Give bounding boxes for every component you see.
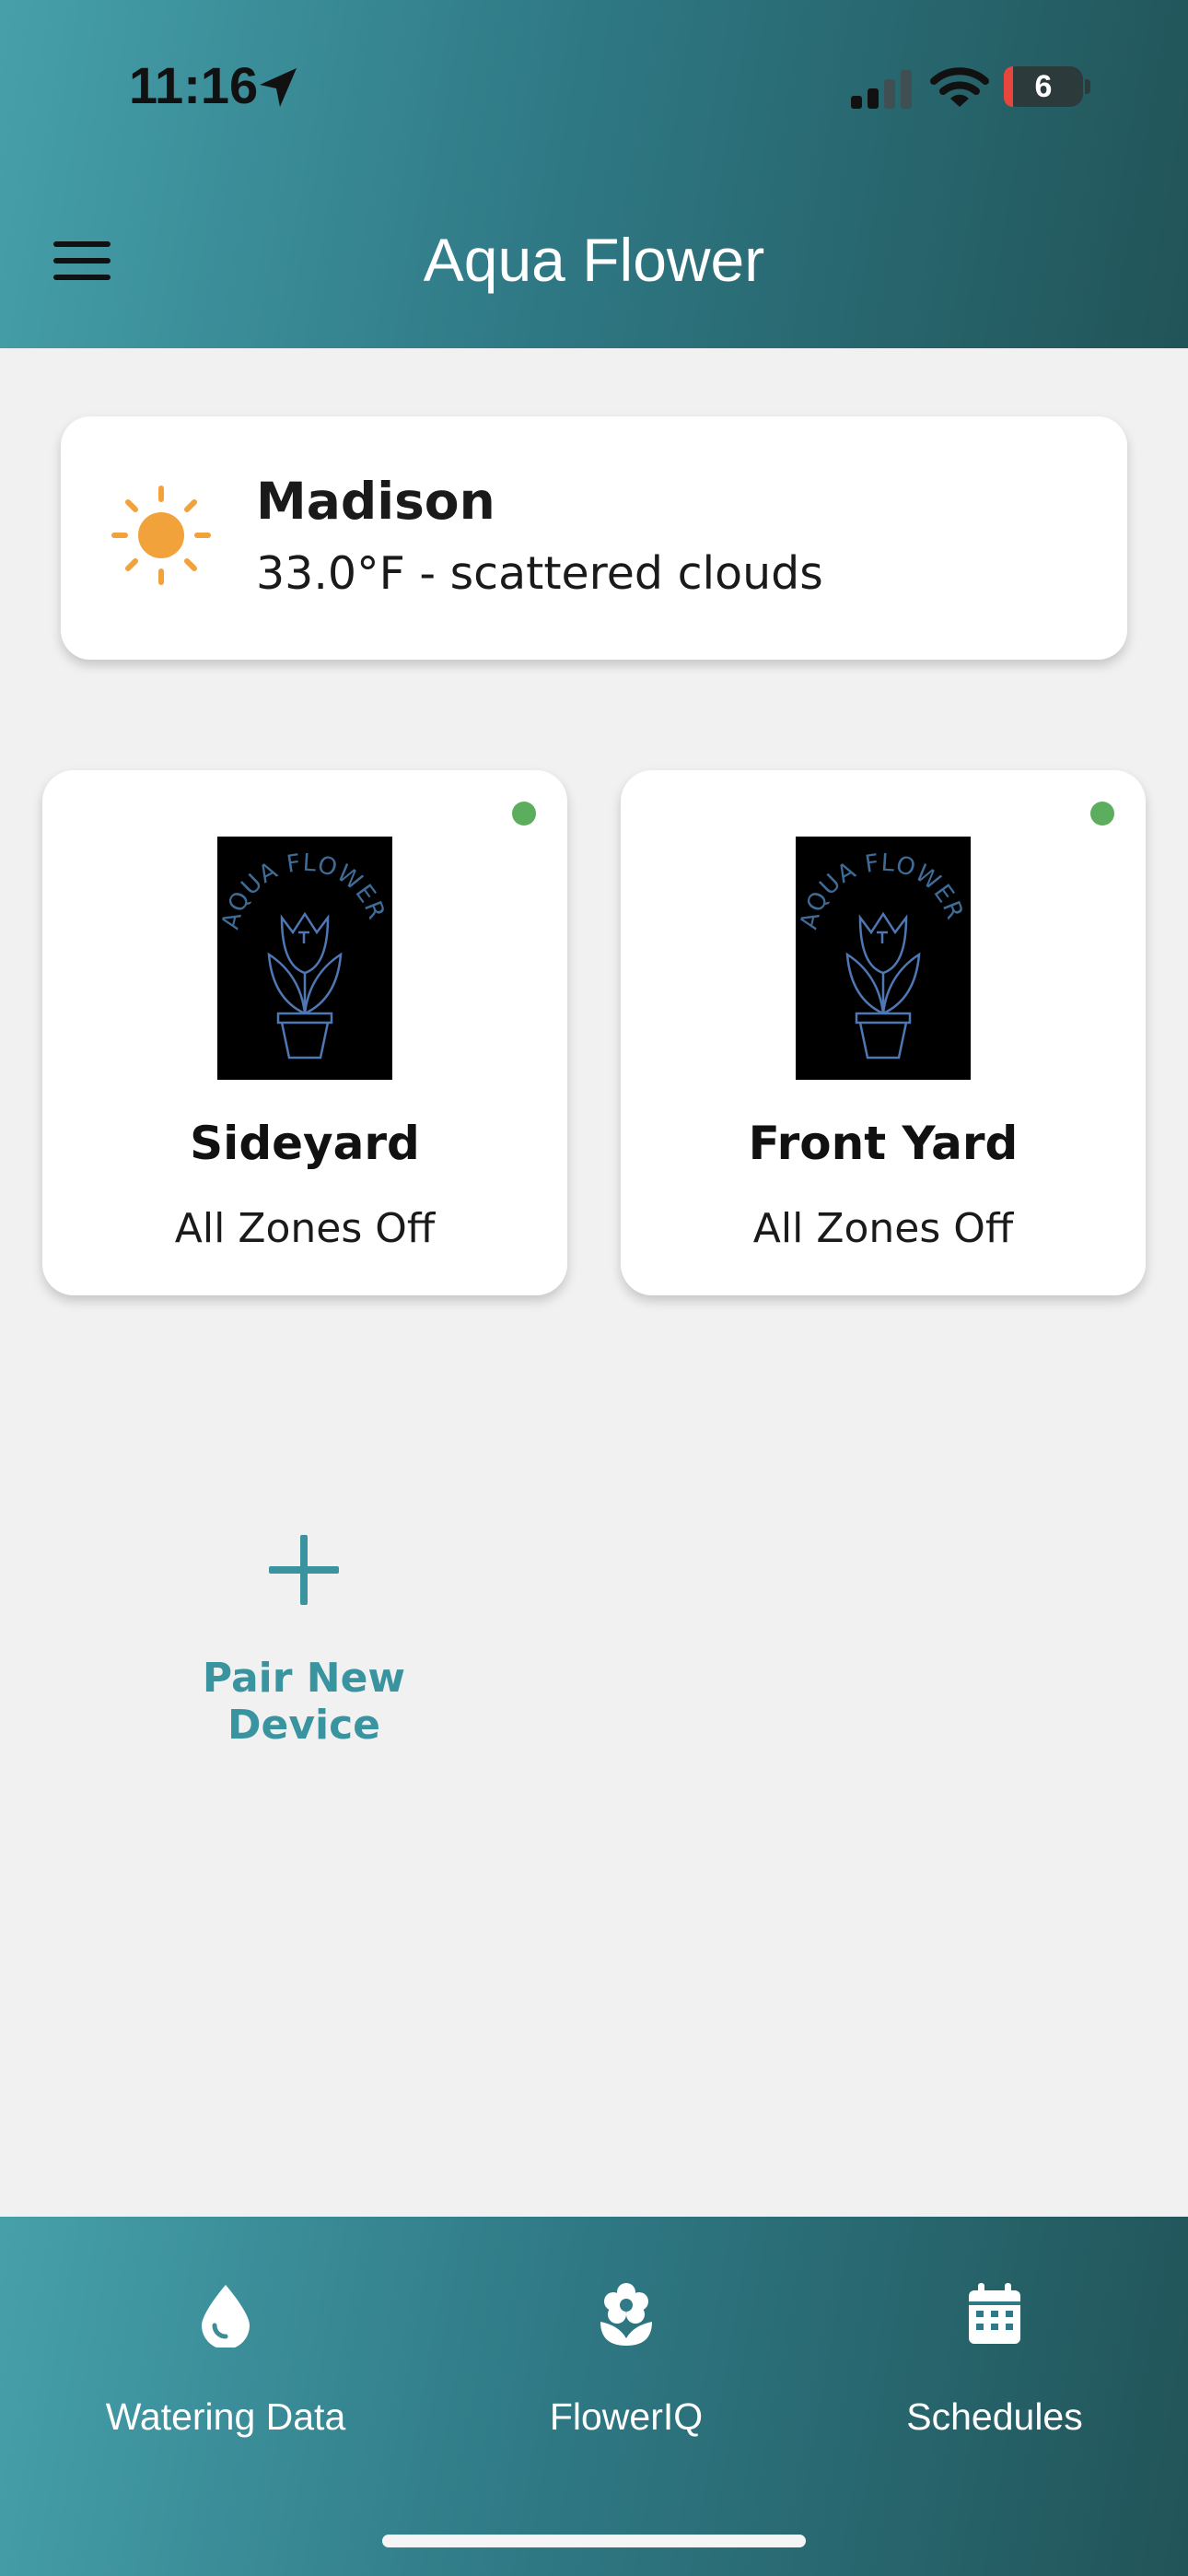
logo-text: AQUA FLOWER [796,849,968,932]
weather-card[interactable]: Madison 33.0°F - scattered clouds [61,416,1127,660]
bottom-navigation: Watering Data FlowerIQ Schedules [0,2217,1188,2576]
device-card-front-yard[interactable]: AQUA FLOWER Front Yard All Zones Off [621,770,1146,1295]
nav-label: Schedules [906,2395,1083,2438]
nav-watering-data[interactable]: Watering Data [83,2281,368,2465]
status-time: 11:16 [129,56,259,114]
pair-new-device-label: Pair New Device [202,1655,406,1749]
svg-text:AQUA FLOWER: AQUA FLOWER [217,849,390,932]
flower-icon [600,2283,652,2346]
nav-floweriq[interactable]: FlowerIQ [516,2281,737,2465]
aqua-flower-logo: AQUA FLOWER [217,837,392,1080]
device-card-sideyard[interactable]: AQUA FLOWER Sideyard All Zones Off [42,770,567,1295]
weather-description: 33.0°F - scattered clouds [256,547,823,600]
home-indicator[interactable] [382,2535,806,2547]
nav-label: Watering Data [105,2395,346,2438]
nav-label: FlowerIQ [549,2395,704,2438]
status-bar: 11:16 6 [0,0,1188,175]
battery-icon: 6 [1004,66,1083,107]
water-drop-icon [202,2285,250,2348]
plus-icon [269,1535,339,1605]
pair-new-device-button[interactable]: Pair New Device [120,1520,488,1749]
battery-tip [1085,79,1090,94]
nav-schedules[interactable]: Schedules [884,2281,1105,2465]
aqua-flower-logo: AQUA FLOWER [796,837,971,1080]
svg-text:AQUA FLOWER: AQUA FLOWER [796,849,969,932]
device-status: All Zones Off [752,1205,1014,1252]
sun-icon [111,486,211,585]
wifi-icon [930,67,989,107]
app-header: 11:16 6 Aqua Flower [0,0,1188,348]
location-arrow-icon [260,68,297,107]
cellular-signal-icon [851,70,912,109]
weather-city: Madison [256,472,495,531]
device-status: All Zones Off [174,1205,436,1252]
battery-level: 6 [1034,69,1053,104]
logo-text: AQUA FLOWER [217,849,390,932]
page-title: Aqua Flower [423,226,765,294]
device-name: Front Yard [748,1117,1019,1170]
online-status-dot [1090,802,1114,825]
online-status-dot [512,802,536,825]
device-name: Sideyard [190,1117,420,1170]
calendar-icon [969,2283,1020,2344]
